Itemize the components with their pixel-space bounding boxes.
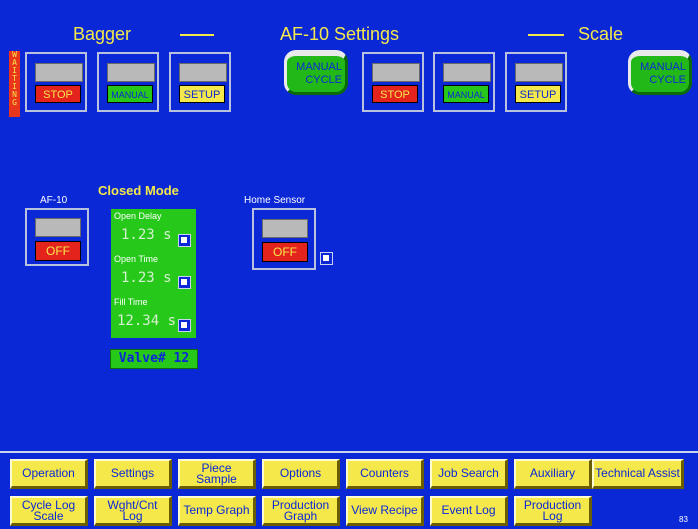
nav-production-log-button[interactable]: Production Log [514, 496, 592, 526]
open-delay-value[interactable]: 1.23 s [121, 227, 172, 243]
scale-manual-button[interactable]: MANUAL [443, 85, 489, 103]
nav-view-recipe-button[interactable]: View Recipe [346, 496, 424, 526]
bagger-setup-button[interactable]: SETUP [179, 85, 225, 103]
nav-settings-button[interactable]: Settings [94, 459, 172, 489]
page-title: AF-10 Settings [280, 24, 400, 44]
home-sensor-keypad-icon[interactable] [320, 252, 333, 265]
waiting-status-badge: WAITING [9, 51, 20, 117]
scale-manual-cycle-button[interactable]: MANUAL CYCLE [628, 50, 692, 95]
nav-divider [0, 451, 698, 453]
af10-off-button[interactable]: OFF [35, 241, 81, 261]
nav-production-graph-button[interactable]: Production Graph [262, 496, 340, 526]
scale-stop-indicator [372, 63, 420, 82]
fill-time-field: Fill Time 12.34 s [111, 295, 196, 338]
nav-event-log-button[interactable]: Event Log [430, 496, 508, 526]
home-sensor-label: Home Sensor [244, 195, 306, 206]
af10-label: AF-10 [40, 195, 68, 206]
nav-options-button[interactable]: Options [262, 459, 340, 489]
nav-temp-graph-button[interactable]: Temp Graph [178, 496, 256, 526]
bagger-stop-indicator [35, 63, 83, 82]
home-sensor-control: OFF [252, 208, 316, 270]
nav-wght-cnt-log-button[interactable]: Wght/Cnt Log [94, 496, 172, 526]
scale-stop-control: STOP [362, 52, 424, 112]
af10-control: OFF [25, 208, 89, 266]
bagger-stop-button[interactable]: STOP [35, 85, 81, 103]
nav-technical-assist-button[interactable]: Technical Assist [592, 459, 684, 489]
bagger-setup-control: SETUP [169, 52, 231, 112]
hmi-screen: Bagger AF-10 Settings Scale WAITING STOP… [0, 0, 698, 529]
scale-setup-control: SETUP [505, 52, 567, 112]
scale-manual-control: MANUAL [433, 52, 495, 112]
nav-piece-sample-button[interactable]: Piece Sample [178, 459, 256, 489]
home-sensor-off-button[interactable]: OFF [262, 242, 308, 262]
header-divider-right [528, 34, 564, 36]
home-sensor-indicator [262, 219, 308, 238]
fill-time-label: Fill Time [114, 297, 148, 307]
waiting-label: WAITING [12, 50, 17, 107]
bagger-setup-indicator [179, 63, 227, 82]
valve-number-display[interactable]: Valve# 12 [110, 349, 198, 369]
bagger-manual-button[interactable]: MANUAL [107, 85, 153, 103]
scale-setup-button[interactable]: SETUP [515, 85, 561, 103]
fill-time-value[interactable]: 12.34 s [117, 313, 176, 329]
nav-operation-button[interactable]: Operation [10, 459, 88, 489]
open-delay-keypad-icon[interactable] [178, 234, 191, 247]
screen-number: 83 [679, 515, 688, 524]
scale-stop-button[interactable]: STOP [372, 85, 418, 103]
scale-setup-indicator [515, 63, 563, 82]
header-divider-left [180, 34, 214, 36]
open-time-label: Open Time [114, 254, 159, 264]
bagger-title: Bagger [73, 24, 132, 44]
nav-cycle-log-scale-button[interactable]: Cycle Log Scale [10, 496, 88, 526]
nav-job-search-button[interactable]: Job Search [430, 459, 508, 489]
bagger-manual-control: MANUAL [97, 52, 159, 112]
bagger-manual-indicator [107, 63, 155, 82]
open-delay-field: Open Delay 1.23 s [111, 209, 196, 252]
closed-mode-title: Closed Mode [98, 183, 179, 198]
scale-manual-indicator [443, 63, 491, 82]
nav-auxiliary-button[interactable]: Auxiliary [514, 459, 592, 489]
open-time-field: Open Time 1.23 s [111, 252, 196, 295]
open-delay-label: Open Delay [114, 211, 162, 221]
af10-indicator [35, 218, 81, 237]
nav-counters-button[interactable]: Counters [346, 459, 424, 489]
bagger-manual-cycle-button[interactable]: MANUAL CYCLE [284, 50, 348, 95]
bagger-stop-control: STOP [25, 52, 87, 112]
scale-title: Scale [578, 24, 624, 44]
open-time-keypad-icon[interactable] [178, 276, 191, 289]
open-time-value[interactable]: 1.23 s [121, 270, 172, 286]
fill-time-keypad-icon[interactable] [178, 319, 191, 332]
